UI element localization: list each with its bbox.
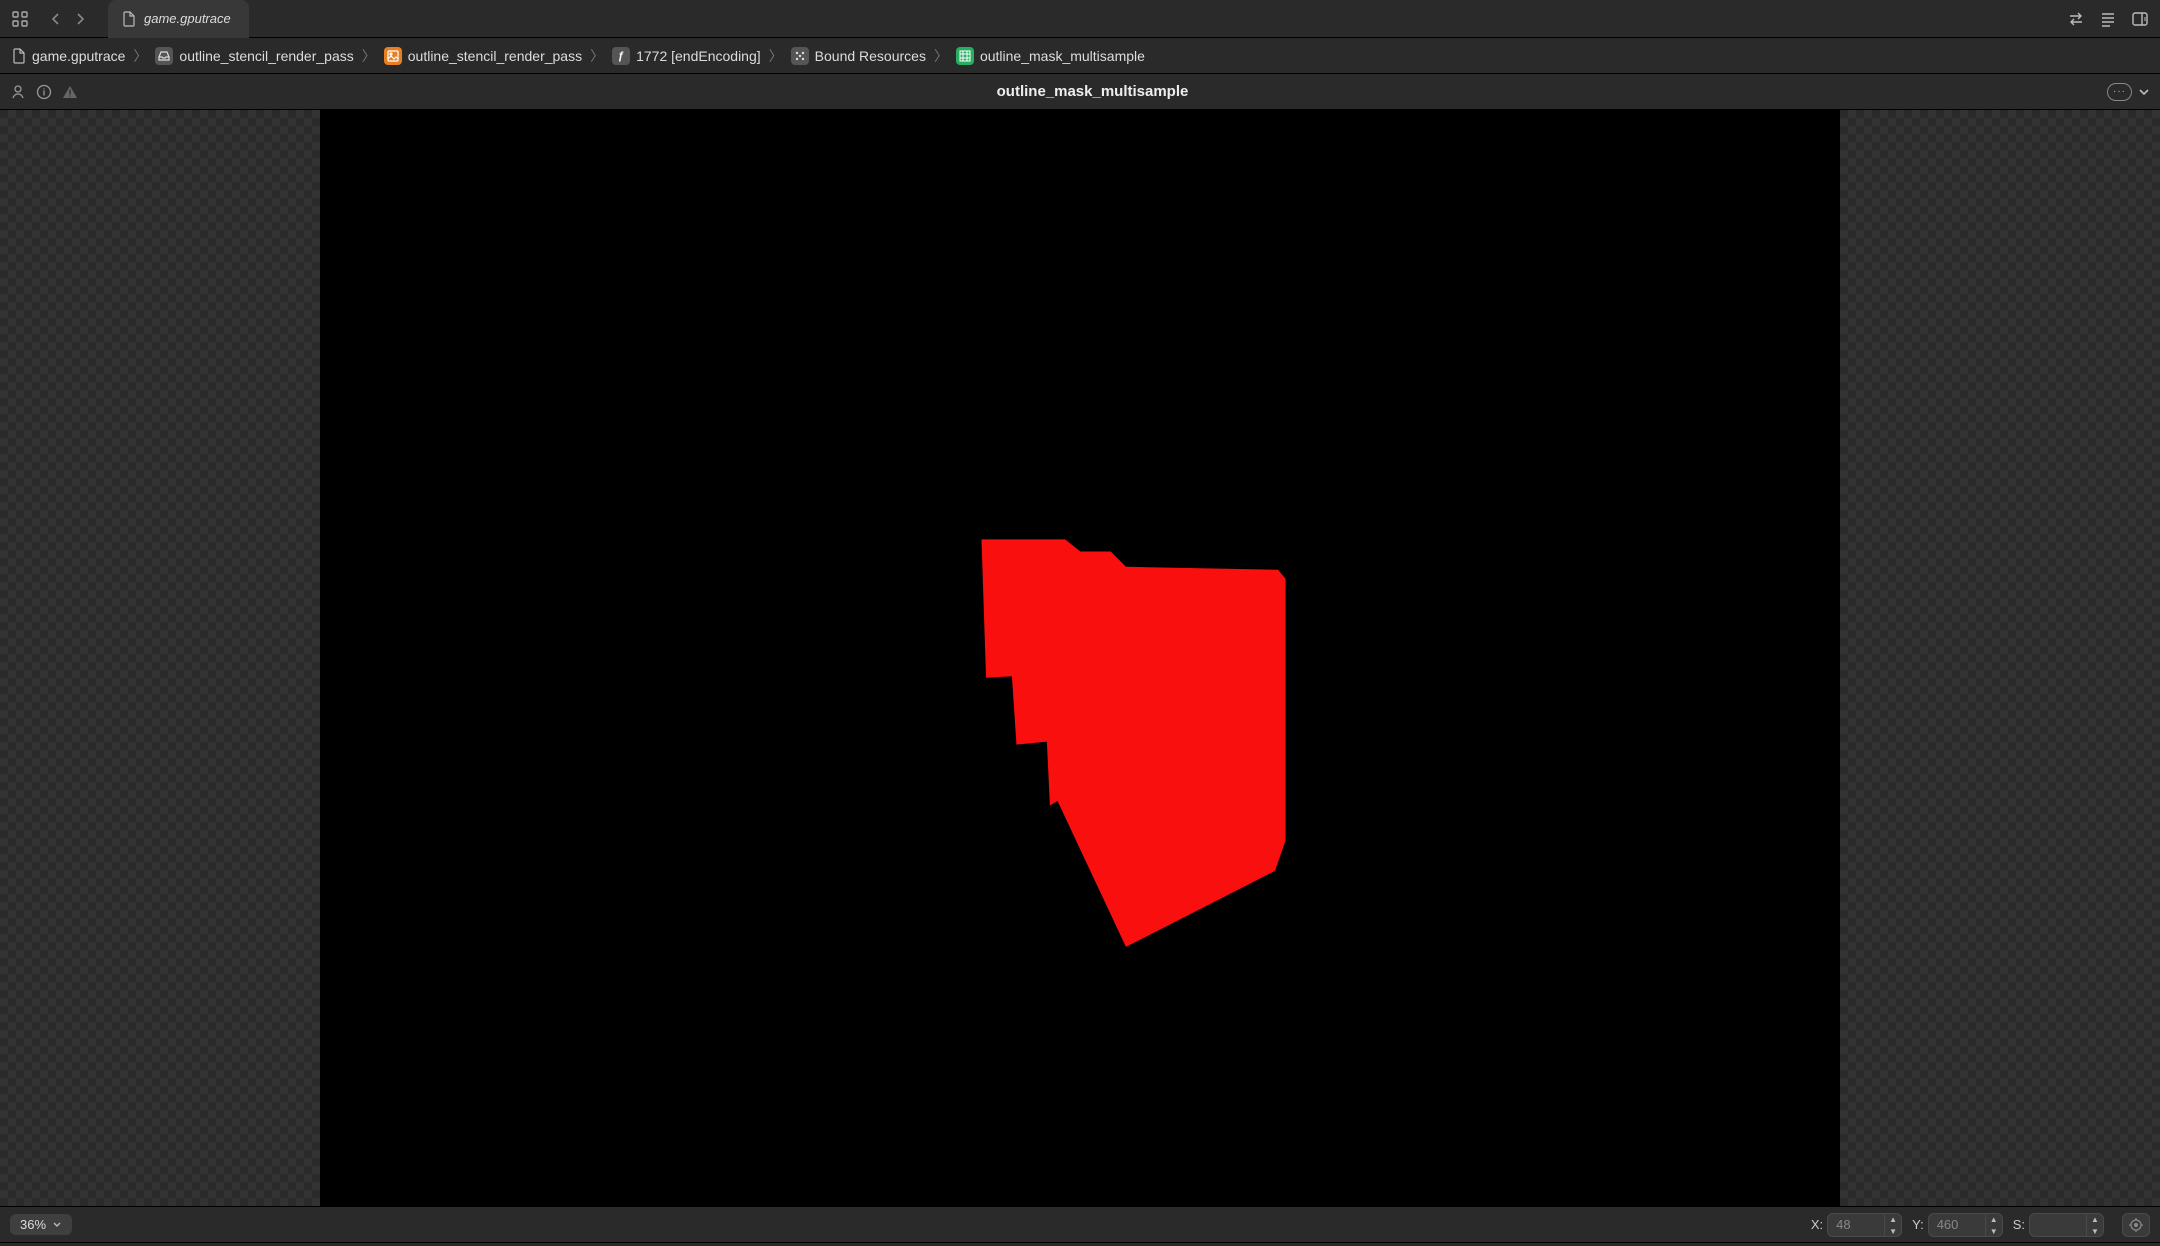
- editor-tab[interactable]: game.gputrace: [108, 0, 249, 38]
- titlebar: outline_mask_multisample ···: [0, 74, 2160, 110]
- chevron-right-icon: 〉: [360, 46, 378, 66]
- crumb-label: outline_mask_multisample: [980, 48, 1145, 64]
- x-input[interactable]: 48 ▲▼: [1827, 1213, 1902, 1237]
- warning-icon[interactable]: [62, 84, 78, 100]
- function-icon: ƒ: [612, 47, 630, 65]
- forward-button[interactable]: [68, 7, 92, 31]
- zoom-value: 36%: [20, 1217, 46, 1232]
- stepper-down-icon[interactable]: ▼: [1986, 1226, 2002, 1238]
- titlebar-left-icons: [10, 84, 78, 100]
- y-stepper[interactable]: ▲▼: [1985, 1214, 2002, 1236]
- editor-tab-title: game.gputrace: [144, 11, 231, 26]
- stepper-down-icon[interactable]: ▼: [1885, 1226, 1901, 1238]
- stepper-up-icon[interactable]: ▲: [1986, 1214, 2002, 1226]
- s-stepper[interactable]: ▲▼: [2086, 1214, 2103, 1236]
- crumb-label: 1772 [endEncoding]: [636, 48, 761, 64]
- crumb-label: Bound Resources: [815, 48, 926, 64]
- info-icon[interactable]: [36, 84, 52, 100]
- titlebar-right-icons: ···: [2107, 83, 2150, 101]
- chevron-right-icon: 〉: [932, 46, 950, 66]
- image-icon: [384, 47, 402, 65]
- crumb-resources[interactable]: Bound Resources: [789, 44, 928, 68]
- y-placeholder: 460: [1937, 1217, 1985, 1232]
- crumb-label: game.gputrace: [32, 48, 125, 64]
- s-input[interactable]: ▲▼: [2029, 1213, 2104, 1237]
- s-label: S:: [2013, 1217, 2025, 1232]
- texture-viewport[interactable]: [0, 110, 2160, 1206]
- coord-x: X: 48 ▲▼: [1811, 1213, 1902, 1237]
- x-label: X:: [1811, 1217, 1823, 1232]
- file-icon: [12, 48, 26, 64]
- swap-icon[interactable]: [2064, 7, 2088, 31]
- zoom-control[interactable]: 36%: [10, 1214, 72, 1235]
- crumb-file[interactable]: game.gputrace: [10, 45, 127, 67]
- texture-canvas: [320, 110, 1841, 1206]
- y-input[interactable]: 460 ▲▼: [1928, 1213, 2003, 1237]
- y-label: Y:: [1912, 1217, 1924, 1232]
- stepper-up-icon[interactable]: ▲: [2087, 1214, 2103, 1226]
- texture-content-shape: [320, 110, 1841, 1206]
- crumb-label: outline_stencil_render_pass: [179, 48, 353, 64]
- texture-icon: [956, 47, 974, 65]
- stepper-up-icon[interactable]: ▲: [1885, 1214, 1901, 1226]
- coord-y: Y: 460 ▲▼: [1912, 1213, 2003, 1237]
- inspector-icon[interactable]: [10, 84, 26, 100]
- coord-s: S: ▲▼: [2013, 1213, 2104, 1237]
- x-stepper[interactable]: ▲▼: [1884, 1214, 1901, 1236]
- resources-icon: [791, 47, 809, 65]
- crumb-label: outline_stencil_render_pass: [408, 48, 582, 64]
- resource-title: outline_mask_multisample: [86, 83, 2099, 100]
- inbox-icon: [155, 47, 173, 65]
- stepper-down-icon[interactable]: ▼: [2087, 1226, 2103, 1238]
- chevron-right-icon: 〉: [767, 46, 785, 66]
- window-toolbar: game.gputrace: [0, 0, 2160, 38]
- statusbar: 36% X: 48 ▲▼ Y: 460 ▲▼ S: ▲▼: [0, 1206, 2160, 1242]
- crumb-pass[interactable]: outline_stencil_render_pass: [382, 44, 584, 68]
- chevron-right-icon: 〉: [131, 46, 149, 66]
- panel-right-icon[interactable]: [2128, 7, 2152, 31]
- file-icon: [122, 11, 136, 27]
- chevron-down-icon: [52, 1220, 62, 1230]
- chevron-down-icon[interactable]: [2138, 86, 2150, 98]
- bottom-strip: [0, 1242, 2160, 1246]
- app-grid-icon[interactable]: [8, 7, 32, 31]
- crumb-event[interactable]: ƒ 1772 [endEncoding]: [610, 44, 763, 68]
- chevron-right-icon: 〉: [588, 46, 606, 66]
- breadcrumb: game.gputrace 〉 outline_stencil_render_p…: [0, 38, 2160, 74]
- nav-arrows: [44, 7, 92, 31]
- back-button[interactable]: [44, 7, 68, 31]
- options-button[interactable]: ···: [2107, 83, 2132, 101]
- locate-pixel-button[interactable]: [2122, 1213, 2150, 1237]
- x-placeholder: 48: [1836, 1217, 1884, 1232]
- crumb-texture[interactable]: outline_mask_multisample: [954, 44, 1147, 68]
- crumb-group[interactable]: outline_stencil_render_pass: [153, 44, 355, 68]
- list-icon[interactable]: [2096, 7, 2120, 31]
